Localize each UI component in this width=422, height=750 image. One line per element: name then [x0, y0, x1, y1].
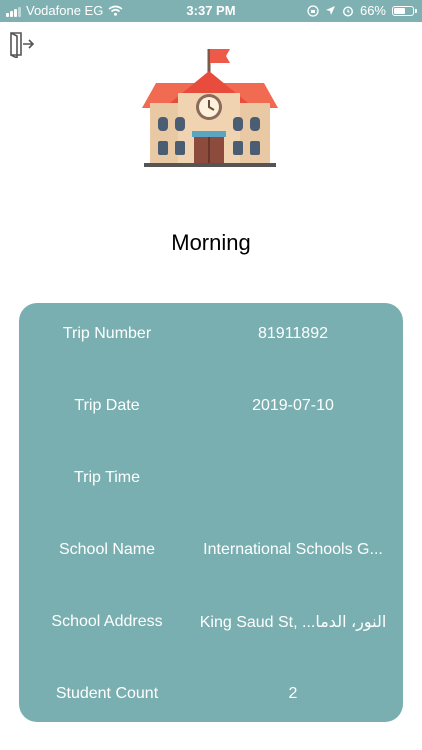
detail-value: King Saud St, ...النور، الدما	[199, 614, 387, 631]
detail-label: Trip Time	[73, 469, 141, 486]
detail-value: 2019-07-10	[252, 397, 334, 414]
screen-rotation-lock-icon	[307, 4, 319, 17]
battery-fill	[394, 7, 405, 14]
detail-row-trip-number: Trip Number 81911892	[19, 319, 403, 349]
status-bar-right: 66%	[307, 3, 417, 18]
logout-button[interactable]	[8, 30, 36, 60]
detail-row-school-address: School Address King Saud St, ...النور، ا…	[19, 607, 403, 637]
exit-door-icon	[10, 32, 35, 60]
trip-details-card: Trip Number 81911892 Trip Date 2019-07-1…	[19, 303, 403, 722]
location-arrow-icon	[325, 6, 335, 15]
alarm-clock-icon	[342, 5, 353, 17]
detail-row-trip-time: Trip Time	[19, 463, 403, 493]
detail-row-student-count: Student Count 2	[19, 679, 403, 709]
school-building-icon	[142, 49, 278, 167]
detail-value: 2	[288, 685, 298, 702]
battery-percentage: 66%	[359, 3, 386, 18]
status-bar: Vodafone EG 3:37 PM 66%	[0, 0, 422, 22]
detail-label: School Address	[51, 613, 163, 630]
detail-label: Student Count	[55, 685, 159, 702]
detail-row-school-name: School Name International Schools G...	[19, 535, 403, 565]
trip-period-title: Morning	[171, 230, 251, 255]
detail-label: School Name	[58, 541, 156, 558]
detail-value: 81911892	[258, 325, 328, 342]
battery-icon	[392, 5, 417, 16]
detail-label: Trip Number	[62, 325, 152, 342]
detail-label: Trip Date	[74, 397, 140, 414]
detail-value: International Schools G...	[203, 541, 383, 558]
detail-row-trip-date: Trip Date 2019-07-10	[19, 391, 403, 421]
